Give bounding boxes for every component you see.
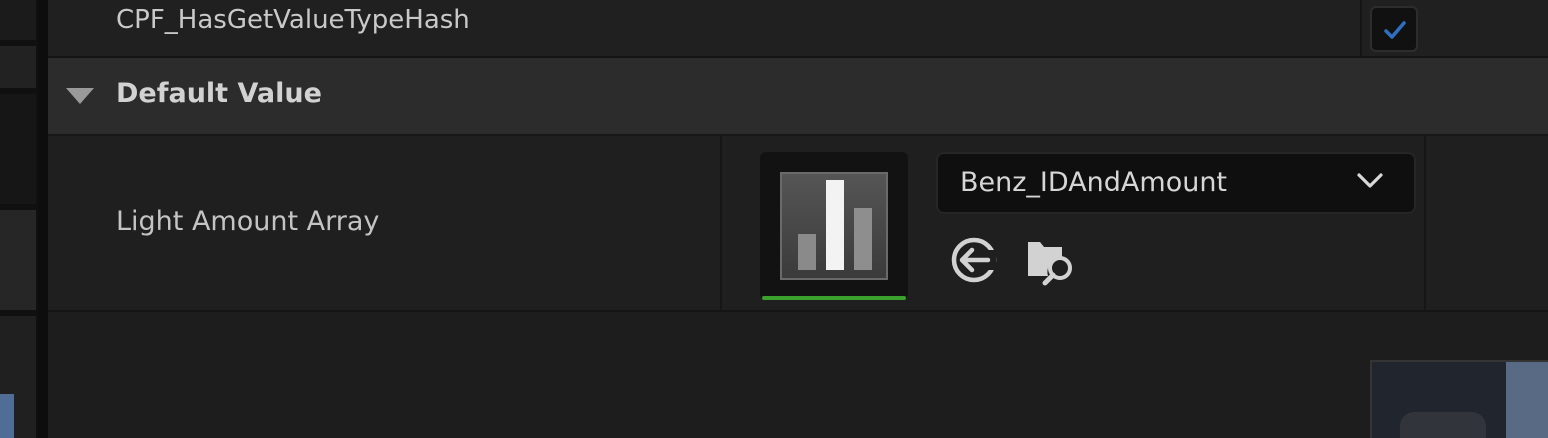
checkmark-icon [1384, 21, 1406, 39]
asset-picker-combo[interactable]: Benz_IDAndAmount [936, 152, 1416, 214]
preview-shape [1400, 412, 1486, 438]
outliner-row[interactable] [0, 46, 36, 88]
browse-to-asset-icon [1028, 242, 1072, 286]
property-row-light-amount-array: Light Amount Array Benz_IDAndAmount [48, 136, 1548, 312]
details-panel-window: CPF_HasGetValueTypeHash Default Value Li… [0, 0, 1548, 438]
asset-picker-value: Benz_IDAndAmount [960, 167, 1228, 198]
viewport-preview-thumbnail[interactable] [1370, 360, 1548, 438]
use-selected-icon [951, 237, 997, 283]
data-table-icon [780, 172, 888, 280]
selection-highlight [0, 394, 14, 438]
panel-splitter[interactable] [38, 0, 48, 438]
browse-to-asset-button[interactable] [1024, 232, 1080, 288]
asset-thumbnail[interactable] [760, 152, 908, 300]
outliner-row[interactable] [0, 210, 36, 310]
asset-type-color-bar [762, 296, 906, 300]
property-row-flag: CPF_HasGetValueTypeHash [48, 0, 1548, 58]
chevron-down-icon [1357, 173, 1383, 188]
expand-arrow-icon[interactable] [66, 88, 94, 104]
column-divider[interactable] [720, 136, 722, 310]
outliner-row[interactable] [0, 94, 36, 204]
flag-checkbox[interactable] [1370, 6, 1418, 52]
chart-bar-right [854, 208, 872, 270]
property-name-label: Light Amount Array [116, 206, 380, 237]
outliner-row[interactable] [0, 0, 36, 40]
use-selected-asset-button[interactable] [948, 234, 1000, 286]
chart-bar-middle [826, 180, 844, 270]
category-header-default-value[interactable]: Default Value [48, 58, 1548, 136]
column-divider[interactable] [1360, 0, 1362, 56]
empty-details-area [48, 312, 1548, 438]
property-name-label: CPF_HasGetValueTypeHash [116, 5, 470, 35]
column-divider[interactable] [1424, 136, 1426, 310]
preview-light-area [1506, 362, 1548, 438]
chart-bar-left [798, 234, 816, 270]
outliner-edge [0, 0, 38, 438]
category-title: Default Value [116, 78, 322, 109]
details-panel: CPF_HasGetValueTypeHash Default Value Li… [48, 0, 1548, 438]
